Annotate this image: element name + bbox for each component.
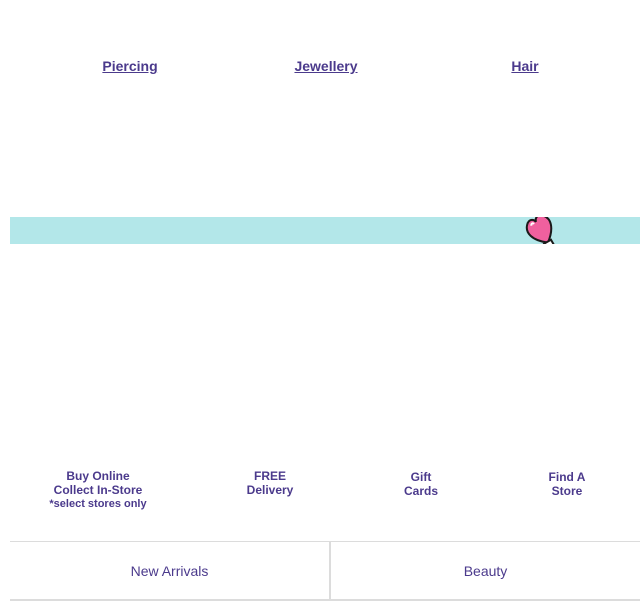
feature-line: Store: [551, 484, 583, 498]
feature-gift-cards[interactable]: Gift Cards: [404, 470, 438, 498]
category-link-piercing[interactable]: Piercing: [102, 58, 157, 74]
feature-line: Collect In-Store: [53, 483, 143, 497]
feature-free-delivery[interactable]: FREE Delivery: [247, 469, 294, 497]
nav-beauty[interactable]: Beauty: [331, 542, 640, 599]
feature-line: FREE: [253, 469, 287, 483]
feature-line: Cards: [403, 484, 439, 498]
feature-click-collect[interactable]: Buy Online Collect In-Store *select stor…: [49, 469, 146, 511]
feature-line: Delivery: [246, 483, 294, 497]
promo-banner[interactable]: [10, 217, 640, 244]
feature-line: Buy Online: [66, 469, 130, 483]
feature-find-store[interactable]: Find A Store: [549, 470, 586, 498]
bottom-nav: New Arrivals Beauty: [10, 541, 640, 601]
category-link-hair[interactable]: Hair: [511, 58, 538, 74]
category-link-jewellery[interactable]: Jewellery: [294, 58, 357, 74]
feature-line: Find A: [548, 470, 586, 484]
nav-new-arrivals[interactable]: New Arrivals: [10, 542, 331, 599]
feature-note: *select stores only: [49, 498, 147, 510]
feature-line: Gift: [410, 470, 432, 484]
heart-wand-icon: [525, 217, 562, 244]
